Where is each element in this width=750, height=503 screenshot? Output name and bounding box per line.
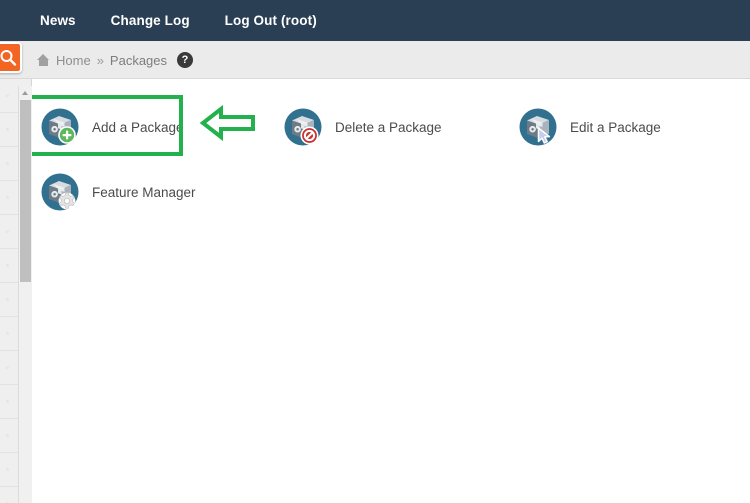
search-glyph (0, 50, 17, 66)
tile-delete-a-package[interactable]: Delete a Package (283, 101, 442, 153)
breadcrumb: Home » Packages ? (37, 41, 194, 79)
tile-feature-manager[interactable]: Feature Manager (40, 166, 196, 218)
nav-news[interactable]: News (40, 13, 76, 28)
tile-label: Feature Manager (92, 184, 196, 200)
tile-label: Edit a Package (570, 119, 661, 135)
scroll-up-arrow-icon[interactable] (19, 86, 32, 99)
breadcrumb-current[interactable]: Packages (110, 53, 167, 68)
nav-change-log[interactable]: Change Log (111, 13, 190, 28)
left-arrow-annotation (199, 103, 256, 143)
package-gear-icon (40, 172, 80, 212)
top-navigation-bar: News Change Log Log Out (root) (0, 0, 750, 41)
help-circle-icon[interactable]: ? (177, 52, 194, 68)
nav-log-out[interactable]: Log Out (root) (225, 13, 317, 28)
breadcrumb-home-link[interactable]: Home (56, 53, 91, 68)
package-add-icon (40, 107, 80, 147)
tile-label: Delete a Package (335, 119, 442, 135)
package-edit-icon (518, 107, 558, 147)
sidebar-scrollbar[interactable] (18, 86, 32, 503)
tile-label: Add a Package (92, 119, 184, 135)
breadcrumb-bar: Home » Packages ? (0, 41, 750, 79)
tile-add-a-package[interactable]: Add a Package (40, 101, 184, 153)
scroll-thumb[interactable] (20, 100, 31, 282)
search-icon[interactable] (0, 42, 22, 73)
home-icon (37, 54, 50, 66)
app-window: News Change Log Log Out (root) Home » Pa… (0, 0, 750, 503)
breadcrumb-separator: » (96, 52, 104, 68)
tile-edit-a-package[interactable]: Edit a Package (518, 101, 661, 153)
package-delete-icon (283, 107, 323, 147)
